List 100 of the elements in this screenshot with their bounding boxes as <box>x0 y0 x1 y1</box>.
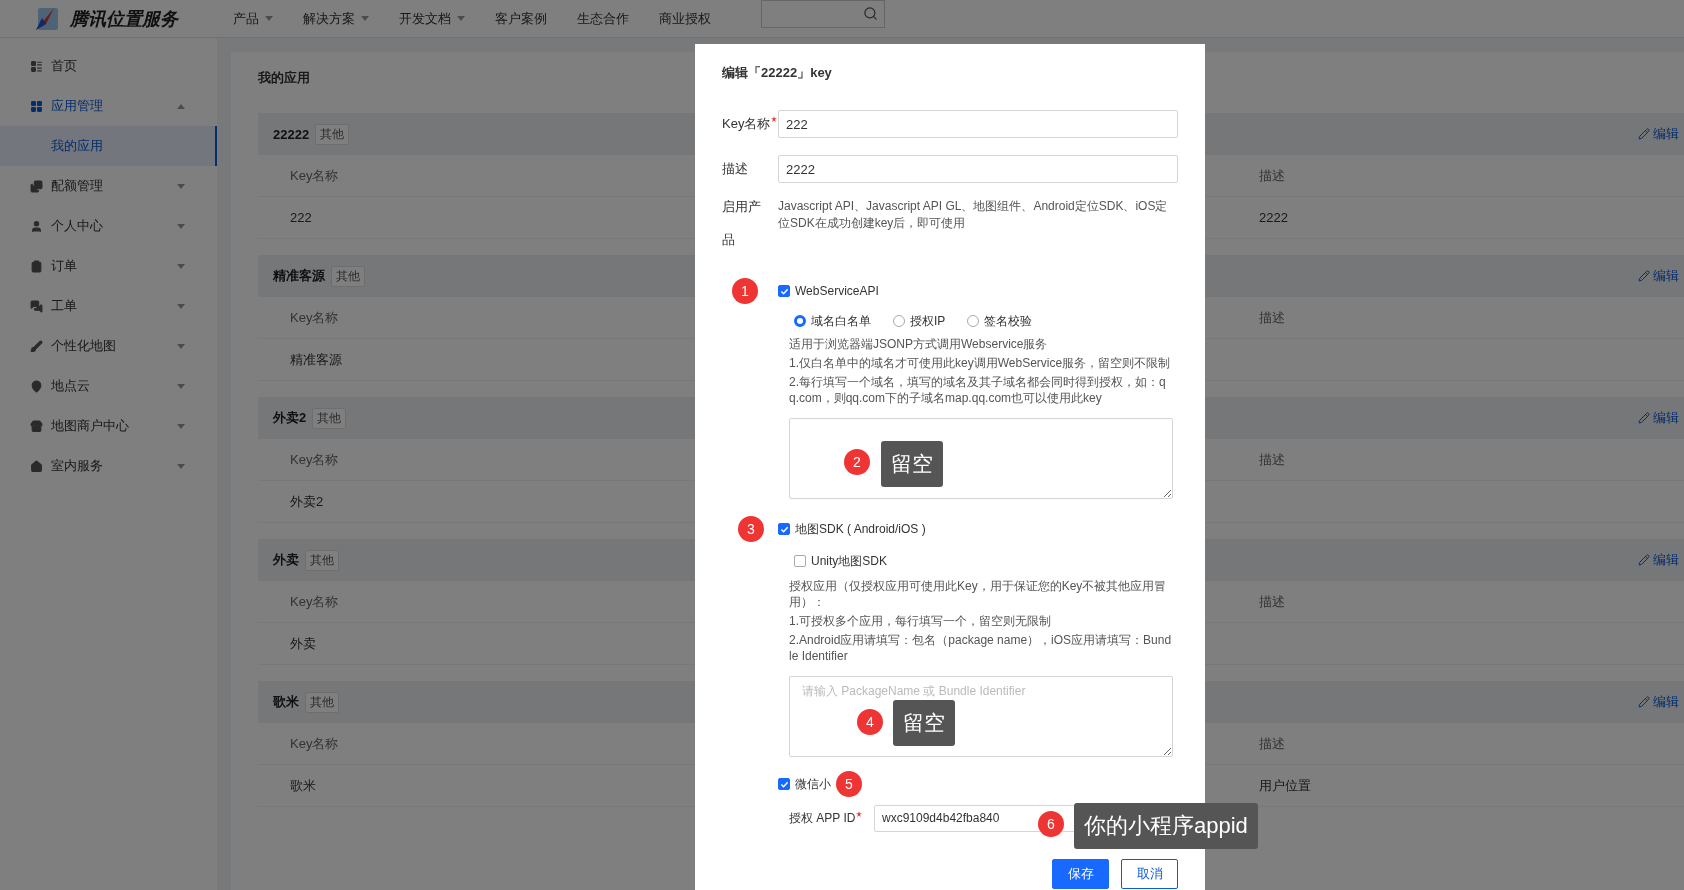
checkbox[interactable] <box>778 523 790 535</box>
sidebar-item[interactable]: 应用管理 <box>0 86 217 126</box>
app-tag: 其他 <box>305 549 339 571</box>
caret-icon <box>177 183 185 189</box>
table-cell: 外卖 <box>290 634 316 653</box>
sidebar-item[interactable]: 个人中心 <box>0 206 217 246</box>
caret-icon <box>177 463 185 469</box>
menu-icon <box>30 459 43 473</box>
text-area[interactable] <box>789 418 1173 499</box>
app-name: 歌米 <box>273 693 299 711</box>
menu-icon <box>30 379 43 393</box>
caret-icon <box>265 16 273 21</box>
products-text: Javascript API、Javascript API GL、地图组件、Android定位SDK、iOS定位SDK在成功创建key后，即可使用 <box>778 198 1169 232</box>
app-tag: 其他 <box>305 691 339 713</box>
field-label: 启用产品 <box>722 198 762 249</box>
nav-link[interactable]: 产品 <box>233 9 273 28</box>
menu-icon <box>30 59 43 73</box>
caret-icon <box>361 16 369 21</box>
column-header: 描述 <box>1259 450 1285 469</box>
column-header: 描述 <box>1259 308 1285 327</box>
app-name: 外卖 <box>273 551 299 569</box>
field-label: Key名称 <box>722 115 771 133</box>
menu-icon <box>30 419 43 433</box>
app-name: 精准客源 <box>273 267 325 285</box>
annotation-callout: 留空 <box>881 441 943 487</box>
sidebar-item[interactable]: 配额管理 <box>0 166 217 206</box>
caret-icon <box>177 303 185 309</box>
edit-link[interactable]: 编辑 <box>1638 693 1679 711</box>
table-cell: 精准客源 <box>290 350 342 369</box>
caret-icon <box>177 223 185 229</box>
column-header: 描述 <box>1259 592 1285 611</box>
sidebar-item[interactable]: 订单 <box>0 246 217 286</box>
column-header: Key名称 <box>290 308 339 327</box>
sidebar-item[interactable]: 室内服务 <box>0 446 217 486</box>
column-header: Key名称 <box>290 450 339 469</box>
cancel-button[interactable]: 取消 <box>1121 859 1178 889</box>
caret-icon <box>457 16 465 21</box>
edit-link[interactable]: 编辑 <box>1638 551 1679 569</box>
edit-icon <box>1638 412 1650 424</box>
sidebar-item[interactable]: 个性化地图 <box>0 326 217 366</box>
column-header: Key名称 <box>290 166 339 185</box>
column-header: 描述 <box>1259 166 1285 185</box>
save-button[interactable]: 保存 <box>1052 859 1109 889</box>
search-field[interactable] <box>761 0 885 28</box>
nav-link[interactable]: 生态合作 <box>577 9 629 28</box>
edit-icon <box>1638 128 1650 140</box>
edit-link[interactable]: 编辑 <box>1638 267 1679 285</box>
nav-link[interactable]: 开发文档 <box>399 9 465 28</box>
edit-link[interactable]: 编辑 <box>1638 409 1679 427</box>
table-cell: 用户位置 <box>1259 776 1311 795</box>
edit-icon <box>1638 554 1650 566</box>
menu-icon <box>30 179 43 193</box>
app-name: 外卖2 <box>273 409 307 427</box>
column-header: 描述 <box>1259 734 1285 753</box>
table-cell: 歌米 <box>290 776 316 795</box>
nav-link[interactable]: 商业授权 <box>659 9 711 28</box>
help-text: 适用于浏览器端JSONP方式调用Webservice服务 1.仅白名单中的域名才可使用此key调用WebService服务，留空则不限制 2.每行填写一个域名，填写的域名及其子域名都会同时得到授权，如：qq.com，则qq.com下的子域名map.qq.com也可以使用此key <box>789 336 1172 406</box>
sidebar-item[interactable]: 地图商户中心 <box>0 406 217 446</box>
table-cell: 2222 <box>1259 210 1288 225</box>
annotation-callout: 你的小程序appid <box>1074 802 1258 849</box>
menu-icon <box>30 339 43 353</box>
sidebar-item[interactable]: 首页 <box>0 46 217 86</box>
radio-option[interactable]: 签名校验 <box>967 312 1033 330</box>
sidebar-subitem[interactable]: 我的应用 <box>0 126 217 166</box>
step-badge: 3 <box>738 516 764 542</box>
input-field[interactable]: 2222 <box>778 155 1178 183</box>
input-field[interactable]: 222 <box>778 110 1178 138</box>
radio-option[interactable]: 域名白名单 <box>794 312 871 330</box>
menu-icon <box>30 259 43 273</box>
sidebar-item[interactable]: 工单 <box>0 286 217 326</box>
checkbox-label: Unity地图SDK <box>811 552 887 570</box>
field-label: 描述 <box>722 160 748 178</box>
caret-icon <box>177 423 185 429</box>
edit-link[interactable]: 编辑 <box>1638 125 1679 143</box>
radio-option[interactable]: 授权IP <box>893 312 946 330</box>
app-name: 22222 <box>273 126 310 142</box>
checkbox[interactable] <box>778 285 790 297</box>
edit-icon <box>1638 696 1650 708</box>
app-tag: 其他 <box>315 123 350 145</box>
help-text: 授权应用（仅授权应用可使用此Key，用于保证您的Key不被其他应用冒用）： 1.可授权多个应用，每行填写一个，留空则无限制 2.Android应用请填写：包名（package name），iOS应用请填写：Bundle Identifier <box>789 578 1173 664</box>
edit-icon <box>1638 270 1650 282</box>
dialog-title: 编辑「22222」key <box>722 64 833 82</box>
logo-text: 腾讯位置服务 <box>70 7 178 31</box>
menu-icon <box>30 219 43 233</box>
nav-link[interactable]: 解决方案 <box>303 9 369 28</box>
search-icon <box>863 6 878 21</box>
nav-link[interactable]: 客户案例 <box>495 9 547 28</box>
sidebar-item[interactable]: 地点云 <box>0 366 217 406</box>
field-label: 授权 APP ID <box>789 809 856 827</box>
table-cell: 222 <box>290 210 312 225</box>
caret-icon <box>177 263 185 269</box>
menu-icon <box>30 99 43 113</box>
column-header: Key名称 <box>290 734 339 753</box>
step-badge: 1 <box>732 278 758 304</box>
caret-icon <box>177 103 185 109</box>
checkbox[interactable] <box>794 555 806 567</box>
app-tag: 其他 <box>312 407 347 429</box>
step-badge: 5 <box>836 771 862 797</box>
checkbox[interactable] <box>778 778 790 790</box>
caret-icon <box>177 383 185 389</box>
